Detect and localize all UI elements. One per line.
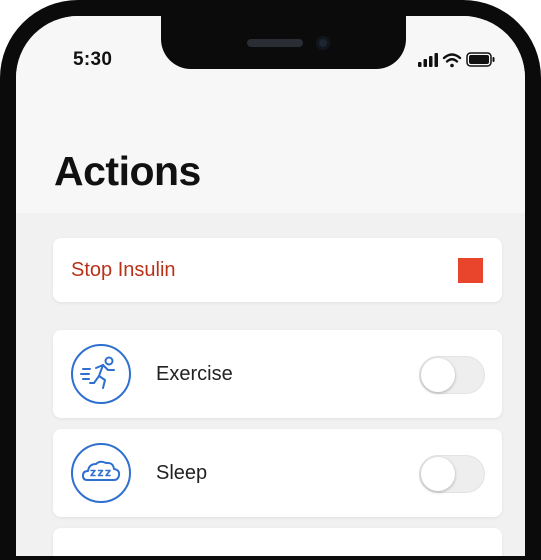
phone-frame: 5:30 Actions Stop Insulin Exercise Sleep (0, 0, 541, 560)
toggle-knob (421, 457, 455, 491)
stop-insulin-button[interactable]: Stop Insulin (53, 238, 502, 302)
action-row-partial (53, 528, 502, 556)
sleep-toggle[interactable] (419, 455, 485, 493)
toggle-knob (421, 358, 455, 392)
action-row-sleep: Sleep (53, 429, 502, 517)
speaker-grille (247, 39, 303, 47)
stop-insulin-label: Stop Insulin (71, 259, 176, 281)
running-person-icon (71, 344, 131, 404)
page-title: Actions (54, 148, 201, 194)
stop-icon (458, 258, 483, 283)
signal-icon (418, 53, 438, 67)
battery-icon (466, 52, 495, 67)
status-icons (418, 50, 498, 70)
sleep-cloud-icon (71, 443, 131, 503)
notch (161, 16, 406, 69)
front-camera (316, 36, 330, 50)
screen: 5:30 Actions Stop Insulin Exercise Sleep (16, 16, 525, 556)
exercise-label: Exercise (156, 363, 233, 385)
wifi-icon (442, 53, 462, 68)
status-time: 5:30 (73, 49, 113, 70)
action-row-exercise: Exercise (53, 330, 502, 418)
exercise-toggle[interactable] (419, 356, 485, 394)
sleep-label: Sleep (156, 462, 208, 484)
